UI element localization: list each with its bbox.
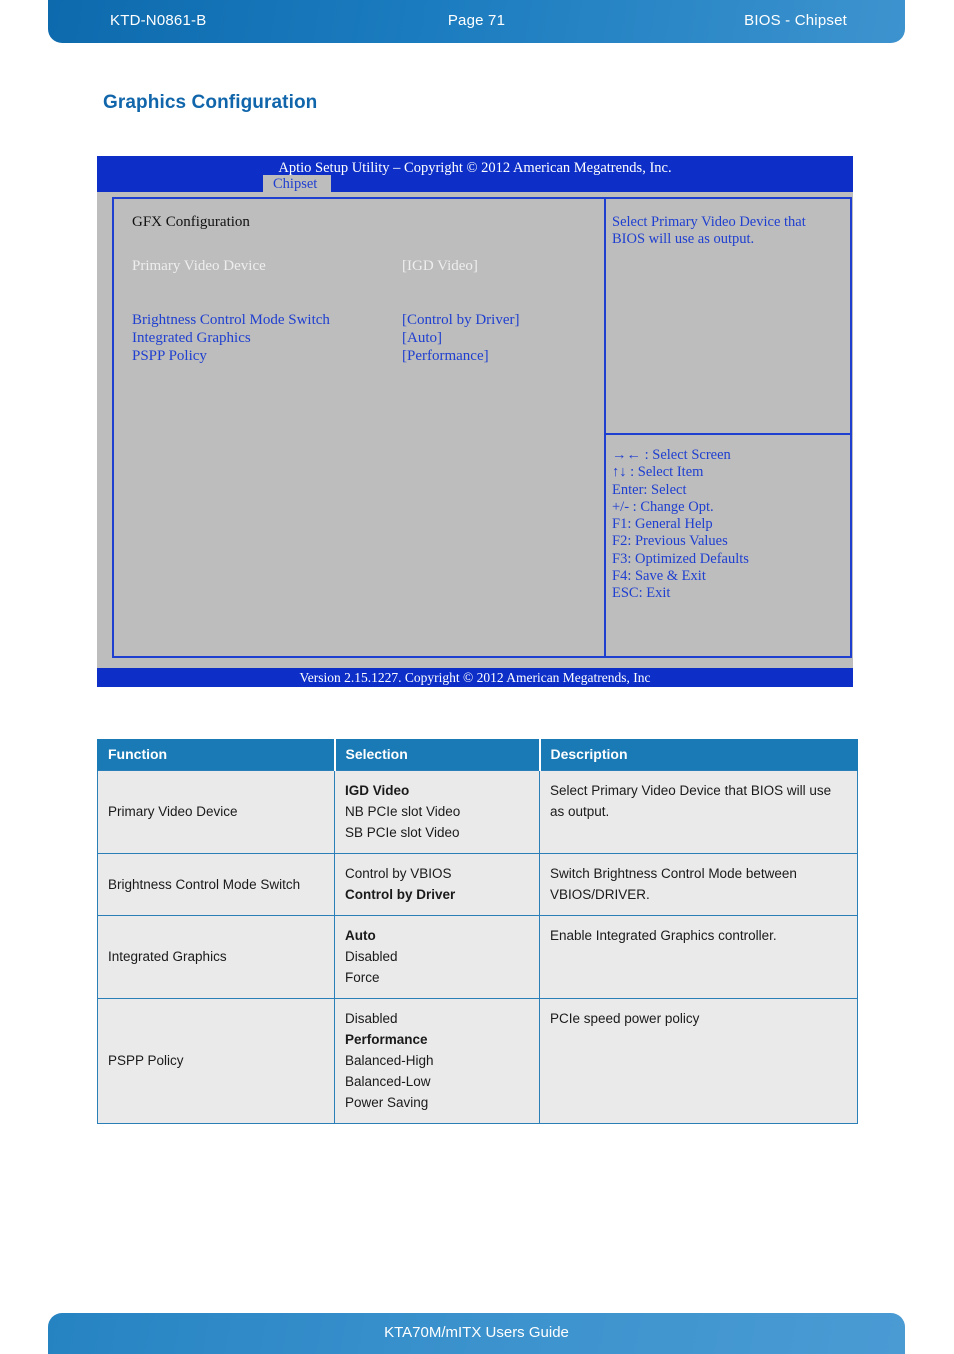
- option-value[interactable]: [Control by Driver]: [402, 311, 519, 329]
- bios-screenshot: Aptio Setup Utility – Copyright © 2012 A…: [97, 156, 853, 687]
- bios-side-panel: Select Primary Video Device that BIOS wi…: [606, 199, 850, 656]
- selection-option: NB PCIe slot Video: [345, 804, 461, 819]
- selection-option: Disabled: [345, 1011, 398, 1026]
- page-title: Graphics Configuration: [103, 92, 318, 113]
- bios-tab-chipset[interactable]: Chipset: [263, 175, 332, 194]
- bios-option-pspp-policy[interactable]: PSPP Policy [Performance]: [132, 347, 604, 365]
- table-row: PSPP Policy Disabled Performance Balance…: [97, 998, 858, 1124]
- option-label: Brightness Control Mode Switch: [132, 312, 330, 328]
- selection-option: Force: [345, 970, 380, 985]
- bios-options-panel: GFX Configuration Primary Video Device […: [114, 199, 606, 656]
- key-hint: F2: Previous Values: [612, 533, 728, 550]
- table-row: Integrated Graphics Auto Disabled Force …: [97, 915, 858, 999]
- option-value[interactable]: [Auto]: [402, 329, 442, 347]
- cell-selection: Disabled Performance Balanced-High Balan…: [334, 998, 540, 1124]
- bios-title-text: Aptio Setup Utility – Copyright © 2012 A…: [278, 160, 672, 176]
- cell-description: Switch Brightness Control Mode between V…: [539, 853, 858, 916]
- bios-version-bar: Version 2.15.1227. Copyright © 2012 Amer…: [97, 668, 853, 687]
- table-header-row: Function Selection Description: [97, 739, 858, 771]
- cell-function: Primary Video Device: [97, 770, 335, 854]
- table-row: Brightness Control Mode Switch Control b…: [97, 853, 858, 916]
- key-hint: F4: Save & Exit: [612, 568, 706, 585]
- key-hint: F1: General Help: [612, 516, 713, 533]
- cell-function: PSPP Policy: [97, 998, 335, 1124]
- bios-body: GFX Configuration Primary Video Device […: [112, 197, 852, 658]
- cell-selection: Control by VBIOS Control by Driver: [334, 853, 540, 916]
- selection-option: Balanced-Low: [345, 1074, 431, 1089]
- option-value[interactable]: [Performance]: [402, 347, 489, 365]
- selection-option: Control by Driver: [345, 887, 456, 902]
- bios-option-brightness-control-mode-switch[interactable]: Brightness Control Mode Switch [Control …: [132, 311, 604, 329]
- cell-function: Integrated Graphics: [97, 915, 335, 999]
- bios-title-bar: Aptio Setup Utility – Copyright © 2012 A…: [97, 156, 853, 194]
- cell-description: Select Primary Video Device that BIOS wi…: [539, 770, 858, 854]
- selection-option: Auto: [345, 928, 376, 943]
- cell-description: Enable Integrated Graphics controller.: [539, 915, 858, 999]
- table-row: Primary Video Device IGD Video NB PCIe s…: [97, 770, 858, 854]
- option-label: Integrated Graphics: [132, 330, 251, 346]
- key-hint: +/- : Change Opt.: [612, 498, 714, 515]
- option-spacer: [132, 293, 604, 311]
- key-hint: F3: Optimized Defaults: [612, 550, 749, 567]
- column-header-function: Function: [97, 739, 336, 771]
- selection-option: Disabled: [345, 949, 398, 964]
- selection-option: IGD Video: [345, 783, 410, 798]
- selection-option: Control by VBIOS: [345, 866, 452, 881]
- selection-option: Power Saving: [345, 1095, 429, 1110]
- section-breadcrumb: BIOS - Chipset: [744, 12, 847, 29]
- page-header: KTD-N0861-B Page 71 BIOS - Chipset: [48, 0, 905, 43]
- selection-option: Performance: [345, 1032, 428, 1047]
- settings-table: Function Selection Description Primary V…: [97, 739, 858, 1124]
- key-hint: ESC: Exit: [612, 585, 671, 602]
- key-hint: Enter: Select: [612, 481, 687, 498]
- option-value: [IGD Video]: [402, 258, 478, 274]
- option-label: PSPP Policy: [132, 348, 207, 364]
- selection-option: SB PCIe slot Video: [345, 825, 460, 840]
- column-header-selection: Selection: [334, 739, 541, 771]
- cell-selection: Auto Disabled Force: [334, 915, 540, 999]
- cell-selection: IGD Video NB PCIe slot Video SB PCIe slo…: [334, 770, 540, 854]
- cell-function: Brightness Control Mode Switch: [97, 853, 335, 916]
- page-footer: KTA70M/mITX Users Guide: [48, 1313, 905, 1354]
- cell-description: PCIe speed power policy: [539, 998, 858, 1124]
- bios-option-primary-video-device: Primary Video Device [IGD Video]: [132, 257, 604, 275]
- option-spacer: [132, 275, 604, 293]
- selection-option: Balanced-High: [345, 1053, 434, 1068]
- option-label: Primary Video Device: [132, 258, 266, 274]
- footer-title: KTA70M/mITX Users Guide: [384, 1324, 569, 1341]
- key-hint: →← : Select Screen: [612, 447, 731, 463]
- bios-option-integrated-graphics[interactable]: Integrated Graphics [Auto]: [132, 329, 604, 347]
- bios-key-legend: →← : Select Screen ↑↓ : Select Item Ente…: [606, 435, 850, 656]
- column-header-description: Description: [539, 739, 858, 771]
- bios-group-heading: GFX Configuration: [132, 214, 250, 230]
- key-hint: ↑↓ : Select Item: [612, 464, 704, 481]
- bios-help-text: Select Primary Video Device that BIOS wi…: [606, 199, 850, 435]
